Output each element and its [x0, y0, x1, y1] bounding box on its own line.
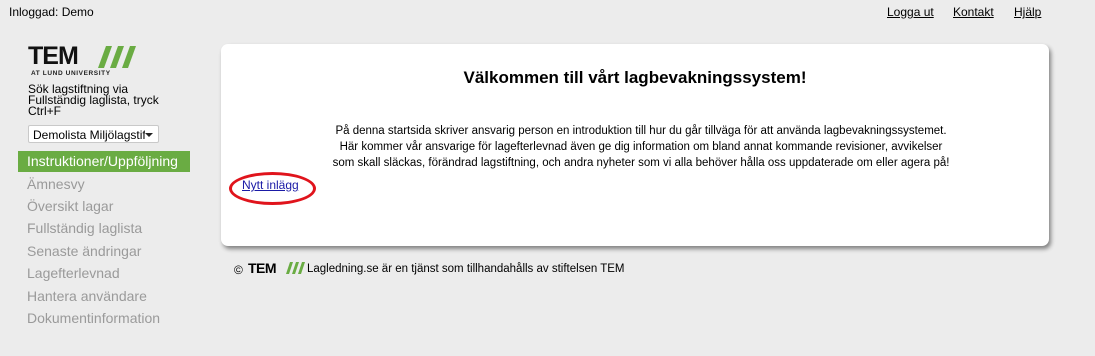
- list-select[interactable]: Demolista Miljölagstiftning: [28, 125, 159, 143]
- sidebar-item-oversikt-lagar[interactable]: Översikt lagar: [27, 198, 113, 214]
- intro-text: På denna startsida skriver ansvarig pers…: [261, 123, 1021, 171]
- sidebar-item-lagefterlevnad[interactable]: Lagefterlevnad: [27, 265, 120, 281]
- contact-link[interactable]: Kontakt: [953, 5, 994, 19]
- list-select-value: Demolista Miljölagstiftning: [33, 128, 145, 142]
- intro-line: På denna startsida skriver ansvarig pers…: [335, 125, 947, 137]
- intro-line: som skall släckas, förändrad lagstiftnin…: [332, 157, 950, 169]
- sidebar-item-instruktioner[interactable]: Instruktioner/Uppföljning: [18, 151, 190, 172]
- highlight-circle: [229, 172, 316, 205]
- logo-text: TEM: [28, 42, 79, 70]
- chevron-down-icon: [145, 133, 153, 137]
- welcome-panel: Välkommen till vårt lagbevakningssystem!…: [221, 44, 1049, 246]
- intro-line: Här kommer vår ansvarige för lagefterlev…: [339, 141, 943, 153]
- top-nav: Logga ut Kontakt Hjälp: [0, 5, 1095, 21]
- sidebar-item-amnesvy[interactable]: Ämnesvy: [27, 176, 85, 192]
- page-title: Välkommen till vårt lagbevakningssystem!: [463, 68, 807, 87]
- sidebar-item-fullstandig-laglista[interactable]: Fullständig laglista: [27, 220, 142, 236]
- search-hint: Sök lagstiftning via Fullständig laglist…: [28, 82, 159, 118]
- help-link[interactable]: Hjälp: [1014, 5, 1041, 19]
- footer-text: Lagledning.se är en tjänst som tillhanda…: [307, 263, 625, 275]
- logout-link[interactable]: Logga ut: [887, 5, 934, 19]
- sidebar-item-senaste-andringar[interactable]: Senaste ändringar: [27, 243, 141, 259]
- copyright-symbol: ©: [234, 263, 243, 277]
- footer-logo-text: TEM: [248, 260, 277, 276]
- sidebar-item-hantera-anvandare[interactable]: Hantera användare: [27, 288, 147, 304]
- footer-logo-bars-icon: [286, 262, 305, 274]
- tem-logo[interactable]: TEM AT LUND UNIVERSITY: [28, 44, 140, 80]
- sidebar-item-dokumentinformation[interactable]: Dokumentinformation: [27, 310, 160, 326]
- logo-bars-icon: [98, 46, 136, 68]
- logo-subtitle: AT LUND UNIVERSITY: [31, 70, 111, 77]
